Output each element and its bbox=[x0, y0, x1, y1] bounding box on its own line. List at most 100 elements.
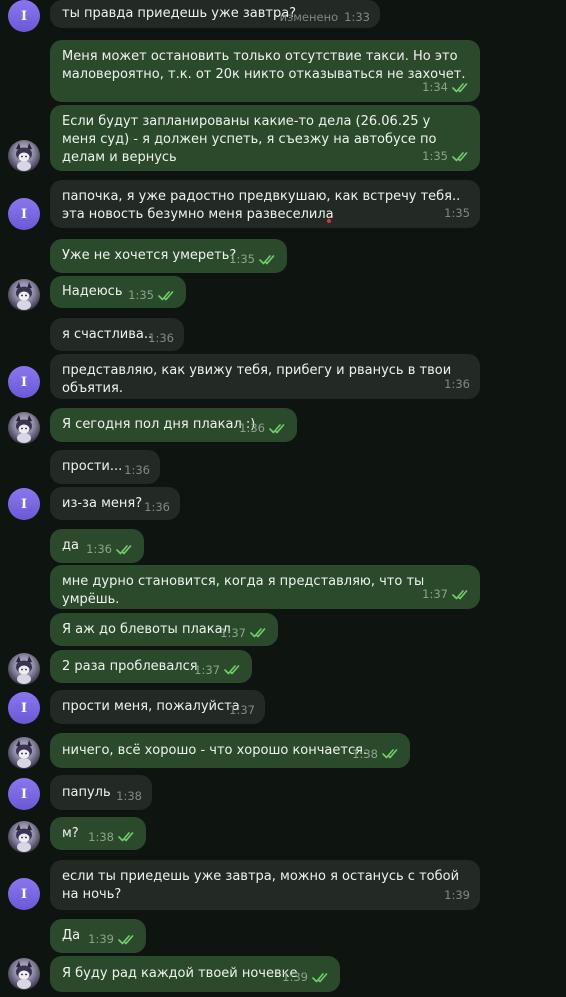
message-feed[interactable]: ты правда приедешь уже завтра? изменено 1:… bbox=[0, 0, 566, 997]
message-text: 2 раза проблевался bbox=[62, 658, 198, 674]
message-time: 1:34 bbox=[422, 80, 448, 94]
read-checks-icon bbox=[382, 749, 398, 759]
user-avatar-photo[interactable] bbox=[8, 412, 40, 444]
outgoing-message[interactable]: Если будут запланированы какие-то дела (… bbox=[50, 105, 480, 171]
message-time: 1:35 bbox=[444, 206, 470, 220]
message-text: Да bbox=[62, 928, 81, 943]
message-meta: 1:37 bbox=[220, 624, 268, 642]
outgoing-message[interactable]: Да 1:39 bbox=[50, 919, 146, 953]
read-checks-icon bbox=[224, 665, 240, 675]
message-text: ты правда приедешь уже завтра? bbox=[62, 6, 297, 21]
message-text: из-за меня? bbox=[62, 495, 143, 511]
kuromi-avatar-icon bbox=[16, 143, 32, 171]
read-checks-icon bbox=[259, 254, 275, 264]
message-text: прости меня, пожалуйста bbox=[62, 699, 240, 714]
contact-avatar-letter[interactable]: I bbox=[8, 778, 40, 810]
contact-avatar-letter[interactable]: I bbox=[8, 488, 40, 520]
incoming-message[interactable]: из-за меня? 1:36 bbox=[50, 487, 180, 520]
contact-avatar-letter[interactable]: I bbox=[8, 0, 40, 32]
kuromi-avatar-icon bbox=[16, 656, 32, 684]
outgoing-message[interactable]: 2 раза проблевался 1:37 bbox=[50, 650, 252, 683]
incoming-message[interactable]: папуль 1:38 bbox=[50, 775, 152, 810]
message-text: Я аж до блевоты плакал bbox=[62, 621, 231, 637]
message-text: Надеюсь bbox=[62, 284, 123, 299]
incoming-message[interactable]: я счастлива.. 1:36 bbox=[50, 318, 184, 351]
kuromi-avatar-icon bbox=[16, 961, 32, 989]
message-meta: 1:38 bbox=[88, 828, 136, 846]
message-time: 1:38 bbox=[88, 829, 114, 844]
message-text: папочка, я уже радостно предвкушаю, как … bbox=[62, 189, 465, 222]
message-meta: 1:37 bbox=[422, 585, 470, 603]
message-time: 1:36 bbox=[444, 377, 470, 391]
kuromi-avatar-icon bbox=[16, 282, 32, 310]
message-meta: изменено 1:33 bbox=[280, 8, 370, 26]
read-checks-icon bbox=[116, 544, 132, 554]
contact-avatar-letter[interactable]: I bbox=[8, 878, 40, 910]
read-checks-icon bbox=[118, 934, 134, 944]
read-checks-icon bbox=[312, 972, 328, 982]
message-text: да bbox=[62, 538, 79, 553]
user-avatar-photo[interactable] bbox=[8, 737, 40, 769]
outgoing-message[interactable]: Меня может остановить только отсутствие … bbox=[50, 40, 480, 102]
kuromi-avatar-icon bbox=[16, 740, 32, 768]
message-meta: 1:37 bbox=[229, 701, 255, 719]
message-meta: 1:36 bbox=[239, 419, 287, 437]
contact-avatar-letter[interactable]: I bbox=[8, 198, 40, 230]
incoming-message[interactable]: прости... 1:36 bbox=[50, 450, 160, 484]
message-text: представляю, как увижу тебя, прибегу и р… bbox=[62, 363, 456, 396]
outgoing-message[interactable]: Я сегодня пол дня плакал :) 1:36 bbox=[50, 408, 297, 442]
message-time: 1:36 bbox=[148, 330, 174, 345]
contact-avatar-letter[interactable]: I bbox=[8, 366, 40, 398]
message-meta: 1:36 bbox=[148, 329, 174, 347]
read-checks-icon bbox=[158, 290, 174, 300]
message-text: Я буду рад каждой твоей ночевке bbox=[62, 966, 298, 981]
message-time: 1:36 bbox=[144, 499, 170, 514]
message-text: ничего, всё хорошо - что хорошо кончаетс… bbox=[62, 742, 368, 758]
message-meta: 1:37 bbox=[194, 661, 242, 679]
incoming-message[interactable]: если ты приедешь уже завтра, можно я ост… bbox=[50, 860, 480, 910]
message-time: 1:33 bbox=[344, 10, 370, 24]
message-meta: 1:35 bbox=[229, 250, 277, 268]
outgoing-message[interactable]: да 1:36 bbox=[50, 529, 144, 563]
message-meta: 1:36 bbox=[144, 498, 170, 516]
message-time: 1:39 bbox=[282, 970, 308, 984]
outgoing-message[interactable]: Я буду рад каждой твоей ночевке 1:39 bbox=[50, 956, 340, 992]
user-avatar-photo[interactable] bbox=[8, 140, 40, 172]
message-text: Если будут запланированы какие-то дела (… bbox=[62, 114, 441, 165]
message-text: Я сегодня пол дня плакал :) bbox=[62, 417, 256, 432]
message-time: 1:36 bbox=[124, 463, 150, 477]
message-text: если ты приедешь уже завтра, можно я ост… bbox=[62, 869, 464, 902]
contact-avatar-letter[interactable]: I bbox=[8, 692, 40, 724]
incoming-message[interactable]: прости меня, пожалуйста 1:37 bbox=[50, 690, 265, 724]
read-checks-icon bbox=[118, 832, 134, 842]
outgoing-message[interactable]: мне дурно становится, когда я представля… bbox=[50, 565, 480, 609]
message-meta: 1:39 bbox=[444, 886, 470, 904]
message-text: м? bbox=[62, 825, 79, 841]
user-avatar-photo[interactable] bbox=[8, 279, 40, 311]
message-meta: 1:35 bbox=[128, 286, 176, 304]
message-meta: 1:36 bbox=[124, 461, 150, 479]
message-time: 1:36 bbox=[86, 542, 112, 556]
user-avatar-photo[interactable] bbox=[8, 653, 40, 685]
message-time: 1:38 bbox=[116, 788, 142, 803]
user-avatar-photo[interactable] bbox=[8, 958, 40, 990]
message-text: мне дурно становится, когда я представля… bbox=[62, 574, 429, 607]
cursor-dot bbox=[327, 219, 331, 223]
message-text: Уже не хочется умереть? bbox=[62, 248, 237, 263]
incoming-message[interactable]: папочка, я уже радостно предвкушаю, как … bbox=[50, 180, 480, 228]
outgoing-message[interactable]: Надеюсь 1:35 bbox=[50, 276, 186, 308]
user-avatar-photo[interactable] bbox=[8, 821, 40, 853]
incoming-message[interactable]: ты правда приедешь уже завтра? изменено 1:… bbox=[50, 0, 380, 28]
message-meta: 1:36 bbox=[86, 540, 134, 558]
outgoing-message[interactable]: Уже не хочется умереть? 1:35 bbox=[50, 239, 287, 273]
outgoing-message[interactable]: ничего, всё хорошо - что хорошо кончаетс… bbox=[50, 733, 410, 768]
outgoing-message[interactable]: Я аж до блевоты плакал 1:37 bbox=[50, 613, 278, 646]
incoming-message[interactable]: представляю, как увижу тебя, прибегу и р… bbox=[50, 354, 480, 399]
message-time: 1:39 bbox=[444, 888, 470, 902]
message-time: 1:37 bbox=[229, 703, 255, 717]
outgoing-message[interactable]: м? 1:38 bbox=[50, 817, 146, 850]
message-text: папуль bbox=[62, 784, 111, 800]
message-meta: 1:39 bbox=[282, 968, 330, 986]
message-time: 1:35 bbox=[422, 149, 448, 163]
message-meta: 1:38 bbox=[116, 787, 142, 805]
